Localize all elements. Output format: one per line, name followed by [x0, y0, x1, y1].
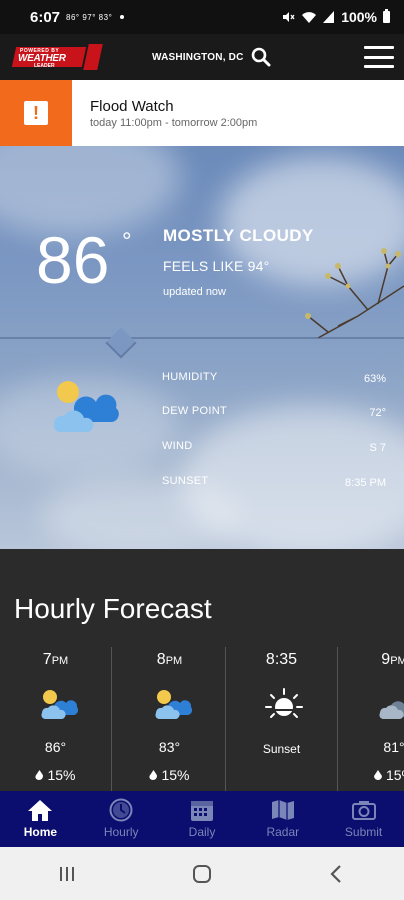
hourly-precip: 15% — [0, 767, 111, 783]
hourly-time: 9PM — [381, 651, 404, 668]
status-icons: 100% — [281, 9, 390, 25]
notification-dot-icon — [120, 15, 125, 19]
battery-percent: 100% — [341, 9, 377, 25]
calendar-icon — [190, 801, 213, 821]
location-label[interactable]: WASHINGTON, DC — [152, 52, 244, 63]
divider — [0, 337, 404, 339]
hourly-forecast-section: Hourly Forecast 7PM 86° 15% 8PM 83° 15% … — [0, 549, 404, 793]
hourly-time: 7PM — [42, 651, 69, 668]
hourly-time: 8:35 — [265, 651, 298, 668]
signal-icon — [323, 11, 335, 23]
app-header: POWERED BY WEATHER LEADER WASHINGTON, DC — [0, 34, 404, 80]
tab-radar-label: Radar — [266, 825, 300, 839]
hourly-item[interactable]: 9PM 81° 15% — [338, 647, 404, 793]
back-icon[interactable] — [325, 862, 349, 886]
hourly-precip: 15% — [114, 767, 225, 783]
hourly-item[interactable]: 7PM 86° 15% — [0, 647, 112, 793]
hourly-precip: 15% — [338, 767, 404, 783]
dew-point-label: DEW POINT — [162, 405, 228, 417]
logo-bolt-icon — [83, 44, 103, 70]
current-condition: MOSTLY CLOUDY — [163, 226, 314, 245]
alert-text: Flood Watch today 11:00pm - tomorrow 2:0… — [72, 80, 257, 146]
map-icon — [271, 800, 294, 820]
flood-watch-alert[interactable]: ! Flood Watch today 11:00pm - tomorrow 2… — [0, 80, 404, 146]
status-bar: 6:07 86° 97° 83° 100% — [0, 0, 404, 34]
status-time: 6:07 — [30, 8, 61, 26]
sunset-value: 8:35 PM — [345, 477, 386, 489]
sky-cloud — [40, 476, 240, 549]
alert-subtitle: today 11:00pm - tomorrow 2:00pm — [90, 117, 258, 129]
hourly-temp: 83° — [158, 739, 181, 755]
bottom-tab-bar: Home Hourly Daily Radar Submit — [0, 791, 404, 847]
current-conditions-panel: 86 ° MOSTLY CLOUDY FEELS LIKE 94° update… — [0, 146, 404, 549]
recent-apps-icon[interactable] — [55, 862, 79, 886]
hourly-temp: 86° — [44, 739, 67, 755]
hourly-time: 8PM — [156, 651, 183, 668]
tab-radar[interactable]: Radar — [242, 791, 323, 847]
status-temps: 86° 97° 83° — [66, 12, 113, 22]
wind-value: S 7 — [369, 442, 386, 454]
system-navigation-bar — [0, 847, 404, 900]
hourly-forecast-title: Hourly Forecast — [14, 593, 212, 624]
hourly-temp: 81° — [383, 739, 404, 755]
hamburger-menu-icon[interactable] — [364, 46, 394, 68]
feels-like: FEELS LIKE 94° — [163, 258, 270, 274]
sunset-icon — [265, 688, 303, 718]
raindrop-icon — [373, 770, 382, 780]
tab-hourly-label: Hourly — [103, 825, 139, 839]
partly-cloudy-icon — [53, 381, 119, 432]
cloudy-night-icon — [379, 701, 404, 719]
partly-cloudy-icon — [155, 690, 192, 719]
degree-symbol: ° — [122, 228, 132, 255]
partly-cloudy-icon — [41, 690, 78, 719]
home-icon — [28, 800, 53, 821]
hourly-item-sunset[interactable]: 8:35 Sunset — [226, 647, 338, 793]
app-screen: 6:07 86° 97° 83° 100% POWERED BY WEATHER… — [0, 0, 404, 900]
tab-submit[interactable]: Submit — [323, 791, 404, 847]
tab-home-label: Home — [23, 825, 58, 839]
wifi-icon — [302, 12, 317, 23]
raindrop-icon — [35, 770, 44, 780]
exclamation-icon: ! — [24, 101, 48, 125]
alert-icon-block: ! — [0, 80, 72, 146]
tab-daily-label: Daily — [188, 825, 216, 839]
camera-icon — [351, 801, 376, 820]
raindrop-icon — [149, 770, 158, 780]
clock-icon — [109, 798, 133, 822]
tab-submit-label: Submit — [344, 825, 383, 839]
wind-label: WIND — [162, 440, 193, 452]
weather-leader-logo[interactable]: POWERED BY WEATHER LEADER — [11, 44, 103, 70]
search-icon[interactable] — [250, 46, 272, 68]
sunset-text: Sunset — [262, 742, 301, 756]
sunset-label: SUNSET — [162, 475, 209, 487]
tab-home[interactable]: Home — [0, 791, 81, 847]
alert-title: Flood Watch — [90, 98, 174, 115]
updated-text: updated now — [163, 286, 226, 298]
home-button-icon[interactable] — [190, 862, 214, 886]
current-temperature: 86 — [36, 223, 110, 297]
tree-branch-image — [305, 248, 404, 338]
tab-daily[interactable]: Daily — [162, 791, 243, 847]
mute-icon — [283, 12, 295, 22]
dew-point-value: 72° — [369, 407, 386, 419]
divider-notch — [105, 327, 137, 359]
humidity-value: 63% — [363, 373, 386, 385]
battery-icon — [383, 9, 390, 23]
logo-sub-text: LEADER — [34, 63, 55, 69]
tab-hourly[interactable]: Hourly — [81, 791, 162, 847]
hourly-item[interactable]: 8PM 83° 15% — [114, 647, 226, 793]
humidity-label: HUMIDITY — [162, 371, 218, 383]
